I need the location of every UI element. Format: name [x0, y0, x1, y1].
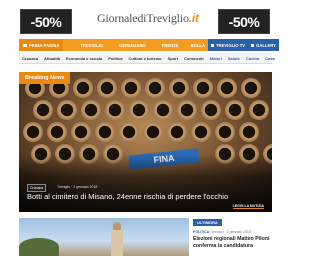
firework-tube	[81, 100, 101, 120]
side-article-date: Gennaio · 2 gennaio 2018	[210, 230, 251, 234]
nav-label: Treviglio TV	[216, 42, 246, 48]
firework-tube	[215, 122, 235, 142]
firework-tube	[33, 100, 53, 120]
category-nav: Cronaca Attualità Economia e scuola Poli…	[19, 53, 275, 64]
nav-item-gerenzano[interactable]: Gerenzano	[116, 43, 149, 48]
ultimora-badge: ULTIMORA	[193, 219, 222, 226]
firework-tube	[241, 78, 261, 98]
nav-label: Prima pagina	[29, 42, 60, 48]
firework-tube	[73, 78, 93, 98]
firework-tube	[23, 122, 43, 142]
firework-tube	[57, 100, 77, 120]
firework-tube	[47, 122, 67, 142]
home-icon	[23, 43, 27, 47]
subnav-item-economia[interactable]: Economia e scuola	[63, 56, 105, 61]
subnav-item-commenti[interactable]: Commenti	[181, 56, 207, 61]
firework-tube	[169, 78, 189, 98]
subnav-item-attualita[interactable]: Attualità	[41, 56, 63, 61]
firework-tube	[177, 100, 197, 120]
nav-label: Frenze	[161, 42, 179, 48]
thumbnail-tree	[19, 238, 59, 256]
hero-article[interactable]: FINA Breaking News Cronaca Treviglio · 2…	[19, 72, 272, 212]
nav-item-frenze[interactable]: Frenze	[159, 43, 182, 48]
firework-tube	[249, 100, 269, 120]
subnav-item-cucina[interactable]: Cucina	[243, 56, 262, 61]
firework-tube	[217, 78, 237, 98]
subnav-item-sport[interactable]: Sport	[165, 56, 181, 61]
hero-title[interactable]: Botti al cimitero di Misano, 24enne risc…	[27, 192, 228, 201]
firework-tube	[145, 78, 165, 98]
firework-tube	[193, 78, 213, 98]
subnav-item-cronaca[interactable]: Cronaca	[19, 56, 41, 61]
ad-banner-left[interactable]: -50%	[20, 9, 72, 34]
firework-tube	[105, 100, 125, 120]
firework-tube	[201, 100, 221, 120]
firework-tube	[95, 122, 115, 142]
subnav-item-salute[interactable]: Salute	[225, 56, 243, 61]
nav-media-group: Treviglio TV Gallery	[208, 39, 279, 51]
nav-label: Treviglio	[80, 42, 104, 48]
nav-item-treviglio-tv[interactable]: Treviglio TV	[208, 43, 248, 48]
firework-tube	[71, 122, 91, 142]
thumbnail-tower	[111, 230, 123, 256]
hero-date: Treviglio · 2 gennaio 2018	[57, 185, 98, 189]
subnav-item-politica[interactable]: Politica	[105, 56, 125, 61]
side-article-category[interactable]: POLITICA	[193, 230, 209, 234]
firework-tube	[153, 100, 173, 120]
side-article-headline[interactable]: Elezioni regionali Matteo Piloni conferm…	[193, 236, 272, 249]
article-thumbnail[interactable]	[19, 218, 189, 256]
logo-suffix: .it	[188, 11, 199, 25]
site-header: -50% GiornalediTreviglio.it -50%	[0, 0, 280, 38]
subnav-right-group: Motori Salute Cucina Casa	[207, 56, 278, 61]
site-logo[interactable]: GiornalediTreviglio.it	[97, 11, 199, 26]
firework-tube	[191, 122, 211, 142]
breaking-news-label: Breaking News	[19, 72, 71, 84]
read-more-link[interactable]: LEGGI LA NOTIZIA	[232, 204, 264, 209]
firework-tube	[225, 100, 245, 120]
subnav-item-casa[interactable]: Casa	[262, 56, 278, 61]
subnav-item-motori[interactable]: Motori	[207, 56, 225, 61]
main-nav: Prima pagina Treviglio Gerenzano Frenze …	[19, 39, 279, 51]
nav-item-bolla[interactable]: Bolla	[188, 43, 208, 48]
hero-category-tag[interactable]: Cronaca	[27, 184, 47, 192]
ad-banner-right[interactable]: -50%	[218, 9, 270, 34]
firework-tube	[121, 78, 141, 98]
ad-right-text: -50%	[228, 13, 260, 30]
firework-tube	[97, 78, 117, 98]
nav-label: Bolla	[190, 42, 205, 48]
firework-tube	[143, 122, 163, 142]
firework-tube	[167, 122, 187, 142]
gallery-icon	[251, 43, 255, 47]
firework-tube	[239, 122, 259, 142]
nav-item-gallery[interactable]: Gallery	[248, 43, 279, 48]
nav-item-prima-pagina[interactable]: Prima pagina	[19, 39, 64, 51]
nav-label: Gallery	[256, 42, 276, 48]
firework-tube	[129, 100, 149, 120]
tv-icon	[211, 43, 214, 47]
subnav-item-cultura[interactable]: Cultura e turismo	[125, 56, 164, 61]
firework-tube	[119, 122, 139, 142]
ad-left-text: -50%	[30, 13, 62, 30]
nav-item-treviglio[interactable]: Treviglio	[77, 43, 106, 48]
side-article[interactable]: ULTIMORA POLITICA Gennaio · 2 gennaio 20…	[193, 218, 272, 256]
side-article-meta: POLITICA Gennaio · 2 gennaio 2018	[193, 230, 251, 234]
logo-main: GiornalediTreviglio	[97, 11, 189, 25]
nav-label: Gerenzano	[119, 42, 146, 48]
